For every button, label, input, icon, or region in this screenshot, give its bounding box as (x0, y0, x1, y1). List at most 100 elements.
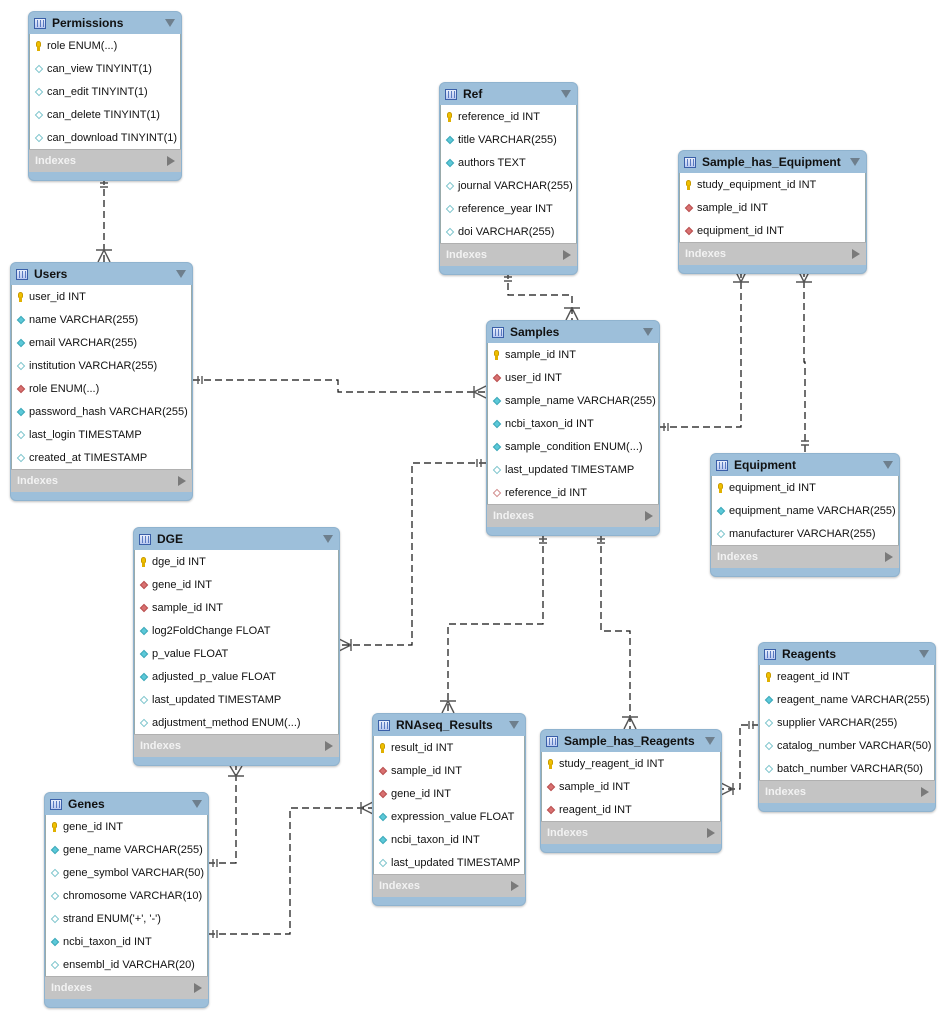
column-row[interactable]: dge_id INT (135, 550, 338, 573)
collapse-caret-icon[interactable] (883, 461, 893, 469)
column-row[interactable]: adjustment_method ENUM(...) (135, 711, 338, 734)
column-row[interactable]: batch_number VARCHAR(50) (760, 757, 934, 780)
column-row[interactable]: ensembl_id VARCHAR(20) (46, 953, 207, 976)
table-header[interactable]: RNAseq_Results (373, 714, 525, 736)
column-row[interactable]: result_id INT (374, 736, 524, 759)
indexes-section[interactable]: Indexes (440, 243, 577, 266)
column-row[interactable]: study_reagent_id INT (542, 752, 720, 775)
column-row[interactable]: user_id INT (12, 285, 191, 308)
column-row[interactable]: sample_id INT (542, 775, 720, 798)
collapse-caret-icon[interactable] (850, 158, 860, 166)
column-row[interactable]: can_edit TINYINT(1) (30, 80, 180, 103)
column-row[interactable]: catalog_number VARCHAR(50) (760, 734, 934, 757)
collapse-caret-icon[interactable] (323, 535, 333, 543)
rel-samples-sample_has_equipment[interactable] (659, 270, 742, 428)
table-header[interactable]: Ref (440, 83, 577, 105)
table-header[interactable]: Permissions (29, 12, 181, 34)
table-sample_has_equipment[interactable]: Sample_has_Equipment study_equipment_id I… (678, 150, 867, 274)
column-row[interactable]: email VARCHAR(255) (12, 331, 191, 354)
column-row[interactable]: role ENUM(...) (12, 377, 191, 400)
column-row[interactable]: equipment_id INT (712, 476, 898, 499)
indexes-section[interactable]: Indexes (29, 149, 181, 172)
column-row[interactable]: reference_id INT (441, 105, 576, 128)
column-row[interactable]: sample_id INT (135, 596, 338, 619)
column-row[interactable]: reagent_name VARCHAR(255) (760, 688, 934, 711)
table-header[interactable]: Sample_has_Equipment (679, 151, 866, 173)
column-row[interactable]: institution VARCHAR(255) (12, 354, 191, 377)
table-permissions[interactable]: Permissions role ENUM(...) can_view TINYIN… (28, 11, 182, 181)
column-row[interactable]: user_id INT (488, 366, 658, 389)
column-row[interactable]: title VARCHAR(255) (441, 128, 576, 151)
column-row[interactable]: ncbi_taxon_id INT (488, 412, 658, 435)
rel-equipment-sample_has_equipment[interactable] (803, 270, 806, 453)
table-rnaseq_results[interactable]: RNAseq_Results result_id INT sample_id INT… (372, 713, 526, 906)
column-row[interactable]: equipment_id INT (680, 219, 865, 242)
column-row[interactable]: equipment_name VARCHAR(255) (712, 499, 898, 522)
column-row[interactable]: can_view TINYINT(1) (30, 57, 180, 80)
column-row[interactable]: strand ENUM('+', '-') (46, 907, 207, 930)
indexes-section[interactable]: Indexes (487, 504, 659, 527)
column-row[interactable]: chromosome VARCHAR(10) (46, 884, 207, 907)
column-row[interactable]: name VARCHAR(255) (12, 308, 191, 331)
indexes-section[interactable]: Indexes (711, 545, 899, 568)
table-genes[interactable]: Genes gene_id INT gene_name VARCHAR(255) ge… (44, 792, 209, 1008)
table-header[interactable]: Equipment (711, 454, 899, 476)
column-row[interactable]: last_login TIMESTAMP (12, 423, 191, 446)
table-header[interactable]: Users (11, 263, 192, 285)
column-row[interactable]: ncbi_taxon_id INT (46, 930, 207, 953)
table-header[interactable]: Genes (45, 793, 208, 815)
indexes-section[interactable]: Indexes (45, 976, 208, 999)
table-equipment[interactable]: Equipment equipment_id INT equipment_name … (710, 453, 900, 577)
expand-arrow-icon[interactable] (645, 511, 653, 521)
rel-genes-dge[interactable] (208, 766, 237, 864)
column-row[interactable]: manufacturer VARCHAR(255) (712, 522, 898, 545)
table-header[interactable]: Reagents (759, 643, 935, 665)
expand-arrow-icon[interactable] (885, 552, 893, 562)
collapse-caret-icon[interactable] (919, 650, 929, 658)
column-row[interactable]: adjusted_p_value FLOAT (135, 665, 338, 688)
column-row[interactable]: reference_id INT (488, 481, 658, 504)
table-users[interactable]: Users user_id INT name VARCHAR(255) email V… (10, 262, 193, 501)
expand-arrow-icon[interactable] (563, 250, 571, 260)
column-row[interactable]: sample_id INT (488, 343, 658, 366)
rel-genes-rnaseq[interactable] (208, 807, 373, 935)
collapse-caret-icon[interactable] (561, 90, 571, 98)
table-ref[interactable]: Ref reference_id INT title VARCHAR(255) aut… (439, 82, 578, 275)
table-dge[interactable]: DGE dge_id INT gene_id INT sample_id INT log… (133, 527, 340, 766)
collapse-caret-icon[interactable] (643, 328, 653, 336)
table-header[interactable]: DGE (134, 528, 339, 550)
column-row[interactable]: gene_symbol VARCHAR(50) (46, 861, 207, 884)
expand-arrow-icon[interactable] (194, 983, 202, 993)
column-row[interactable]: can_delete TINYINT(1) (30, 103, 180, 126)
expand-arrow-icon[interactable] (178, 476, 186, 486)
rel-samples-sample_has_reagents[interactable] (600, 535, 631, 729)
rel-samples-rnaseq[interactable] (447, 535, 544, 713)
column-row[interactable]: last_updated TIMESTAMP (374, 851, 524, 874)
expand-arrow-icon[interactable] (511, 881, 519, 891)
collapse-caret-icon[interactable] (165, 19, 175, 27)
collapse-caret-icon[interactable] (705, 737, 715, 745)
column-row[interactable]: ncbi_taxon_id INT (374, 828, 524, 851)
column-row[interactable]: created_at TIMESTAMP (12, 446, 191, 469)
table-header[interactable]: Sample_has_Reagents (541, 730, 721, 752)
column-row[interactable]: journal VARCHAR(255) (441, 174, 576, 197)
column-row[interactable]: doi VARCHAR(255) (441, 220, 576, 243)
indexes-section[interactable]: Indexes (134, 734, 339, 757)
collapse-caret-icon[interactable] (509, 721, 519, 729)
expand-arrow-icon[interactable] (852, 249, 860, 259)
column-row[interactable]: reagent_id INT (542, 798, 720, 821)
column-row[interactable]: gene_name VARCHAR(255) (46, 838, 207, 861)
expand-arrow-icon[interactable] (921, 787, 929, 797)
column-row[interactable]: password_hash VARCHAR(255) (12, 400, 191, 423)
column-row[interactable]: role ENUM(...) (30, 34, 180, 57)
column-row[interactable]: reagent_id INT (760, 665, 934, 688)
column-row[interactable]: gene_id INT (46, 815, 207, 838)
column-row[interactable]: gene_id INT (374, 782, 524, 805)
column-row[interactable]: reference_year INT (441, 197, 576, 220)
column-row[interactable]: log2FoldChange FLOAT (135, 619, 338, 642)
indexes-section[interactable]: Indexes (11, 469, 192, 492)
column-row[interactable]: sample_id INT (374, 759, 524, 782)
rel-users-samples[interactable] (193, 379, 486, 393)
column-row[interactable]: sample_name VARCHAR(255) (488, 389, 658, 412)
indexes-section[interactable]: Indexes (541, 821, 721, 844)
